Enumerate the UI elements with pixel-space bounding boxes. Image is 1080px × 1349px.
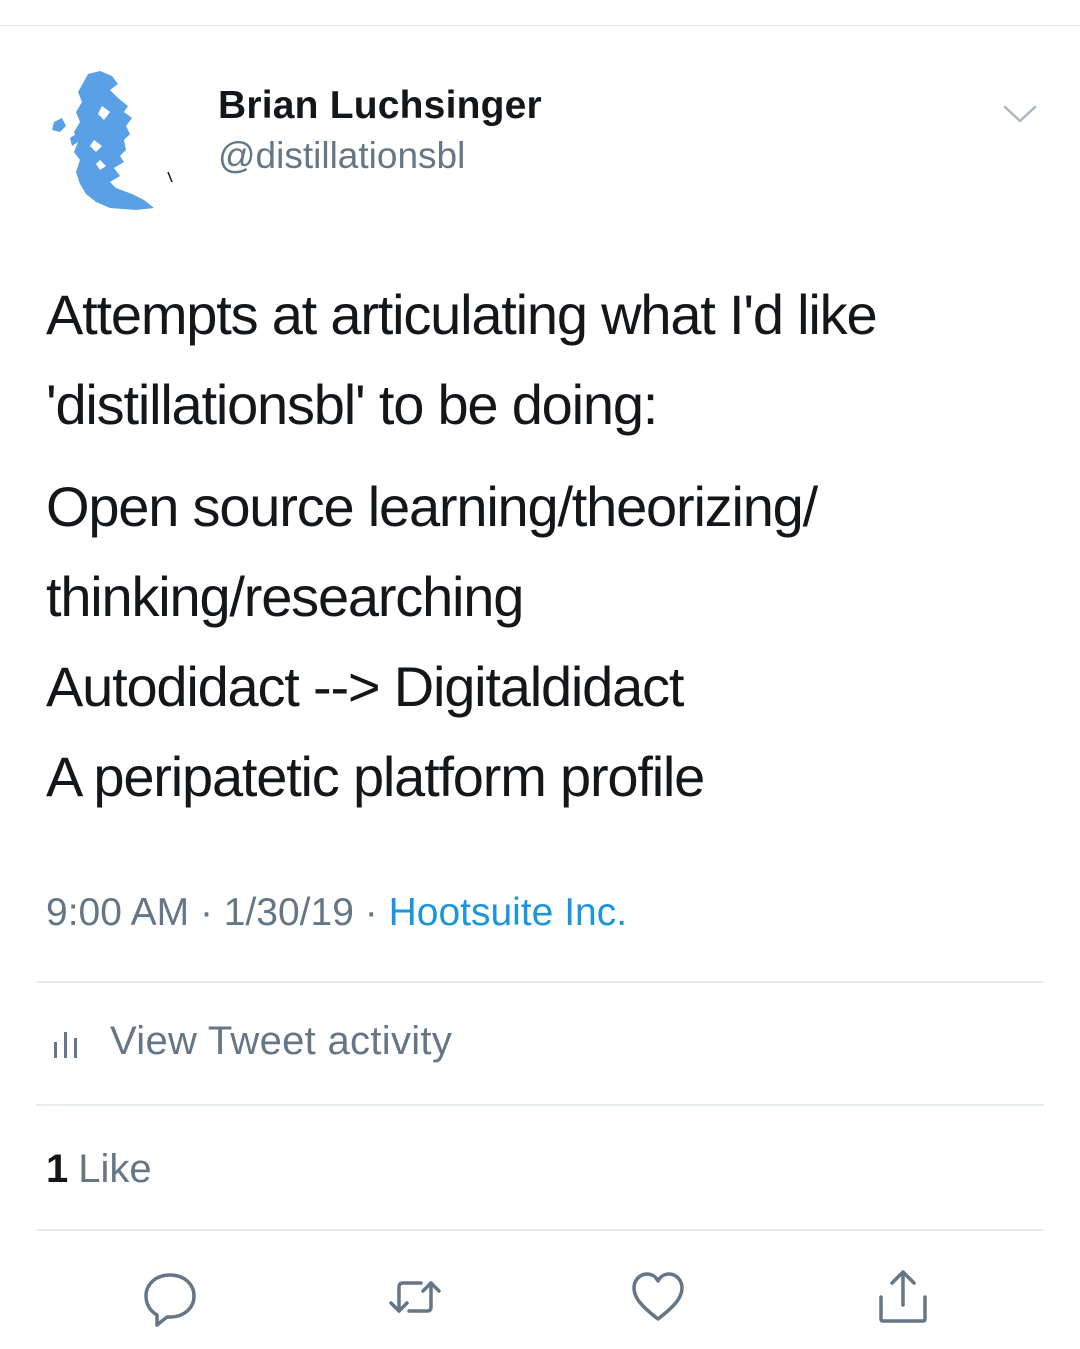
- like-count-label: Like: [78, 1147, 152, 1191]
- display-name[interactable]: Brian Luchsinger: [218, 82, 542, 130]
- chevron-down-icon[interactable]: [1000, 98, 1040, 128]
- meta-separator: ·: [199, 891, 213, 934]
- divider: [36, 981, 1044, 983]
- tweet-paragraph: Open source learning/theorizing/ thinkin…: [46, 462, 1046, 822]
- heart-icon: [632, 1272, 684, 1321]
- tweet-line: Open source learning/theorizing/: [46, 475, 818, 538]
- avatar[interactable]: [40, 68, 190, 213]
- handle[interactable]: @distillationsbl: [218, 132, 542, 180]
- tweet-line: Attempts at articulating what I'd like: [46, 283, 878, 346]
- like-button[interactable]: [623, 1262, 693, 1332]
- bar-chart-icon: [54, 1032, 77, 1058]
- tweet-paragraph: Attempts at articulating what I'd like '…: [46, 270, 1046, 450]
- author-block[interactable]: Brian Luchsinger @distillationsbl: [218, 82, 542, 180]
- tweet-source-link[interactable]: Hootsuite Inc.: [389, 891, 627, 934]
- tweet-text: Attempts at articulating what I'd like '…: [46, 270, 1046, 822]
- tweet-line: thinking/researching: [46, 565, 524, 628]
- avatar-profile-silhouette-icon: [52, 71, 173, 210]
- tweet-line: 'distillationsbl' to be doing:: [46, 373, 658, 436]
- like-count-value: 1: [46, 1147, 69, 1191]
- share-button[interactable]: [868, 1262, 938, 1332]
- likes-count[interactable]: 1 Like: [46, 1143, 152, 1195]
- divider: [36, 1104, 1044, 1106]
- retweet-button[interactable]: [380, 1262, 450, 1332]
- tweet-line: Autodidact --> Digitaldidact: [46, 655, 684, 718]
- tweet-meta: 9:00 AM · 1/30/19 · Hootsuite Inc.: [46, 885, 627, 941]
- retweet-icon: [389, 1281, 441, 1313]
- reply-icon: [144, 1273, 196, 1327]
- activity-label: View Tweet activity: [110, 1018, 453, 1063]
- tweet-action-bar: [0, 1262, 1080, 1332]
- view-tweet-activity-button[interactable]: View Tweet activity: [50, 1013, 452, 1069]
- reply-button[interactable]: [135, 1262, 205, 1332]
- share-icon: [879, 1270, 927, 1323]
- tweet-date: 1/30/19: [223, 891, 354, 934]
- tweet-detail-view: Brian Luchsinger @distillationsbl Attemp…: [0, 0, 1080, 1349]
- meta-separator: ·: [364, 891, 378, 934]
- top-divider: [0, 25, 1080, 26]
- divider: [36, 1229, 1044, 1231]
- tweet-time: 9:00 AM: [46, 891, 190, 934]
- tweet-line: A peripatetic platform profile: [46, 745, 705, 808]
